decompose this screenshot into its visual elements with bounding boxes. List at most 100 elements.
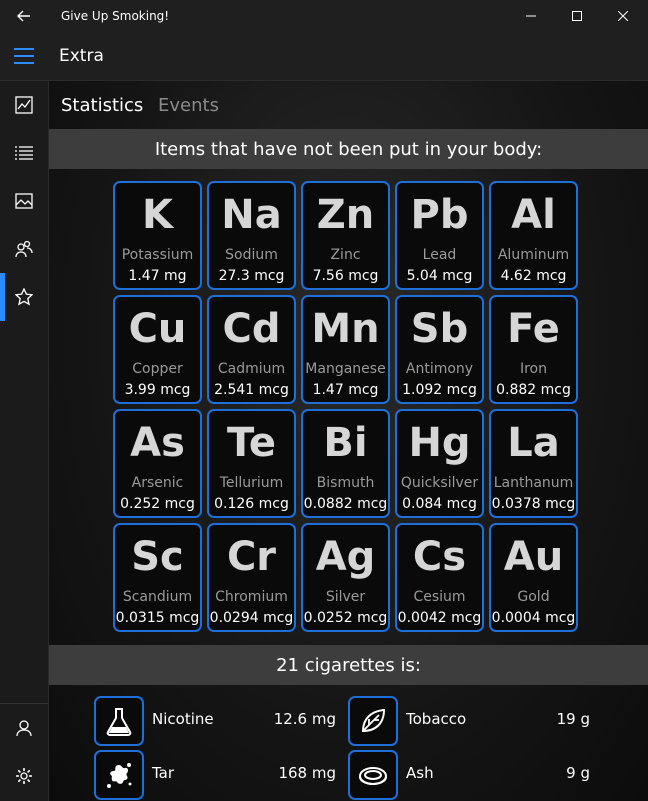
element-tile: Au Gold 0.0004 mcg [489,523,578,632]
element-symbol: Sb [410,306,469,352]
list-item: Tobacco 19 g [348,696,590,746]
item-label: Tobacco [406,710,467,728]
ash-icon [348,750,398,800]
list-icon [15,146,33,160]
element-name: Copper [132,361,183,377]
element-name: Tellurium [219,475,284,491]
element-symbol: Au [503,534,564,580]
element-amount: 27.3 mcg [218,268,285,284]
element-tile: Cu Copper 3.99 mcg [113,295,202,404]
element-symbol: Al [511,192,556,238]
element-amount: 2.541 mcg [214,382,289,398]
elements-section-header: Items that have not been put in your bod… [49,129,648,169]
element-symbol: As [130,420,185,466]
element-name: Lead [422,247,457,263]
maximize-button[interactable] [554,0,600,32]
sidebar-item-account[interactable] [0,704,48,752]
page-title: Extra [59,46,104,66]
gear-icon [16,768,32,784]
element-symbol: Te [226,420,277,466]
element-name: Chromium [215,589,288,605]
element-tile: La Lanthanum 0.0378 mcg [489,409,578,518]
element-amount: 0.252 mcg [120,496,195,512]
hamburger-menu-icon[interactable] [0,32,48,80]
element-tile: Te Tellurium 0.126 mcg [207,409,296,518]
image-icon [15,193,33,209]
item-value: 12.6 mg [273,710,336,728]
element-tile: Bi Bismuth 0.0882 mcg [301,409,390,518]
element-amount: 0.0378 mcg [491,496,576,512]
element-tile: Ag Silver 0.0252 mcg [301,523,390,632]
element-name: Aluminum [497,247,570,263]
sidebar-item-extra[interactable] [0,273,48,321]
element-symbol: Cd [222,306,281,352]
element-amount: 1.092 mcg [402,382,477,398]
element-tile: Cs Cesium 0.0042 mcg [395,523,484,632]
element-name: Lanthanum [493,475,574,491]
item-value: 19 g [556,710,590,728]
element-tile: Zn Zinc 7.56 mcg [301,181,390,290]
element-symbol: Pb [410,192,469,238]
element-amount: 3.99 mcg [124,382,191,398]
element-tile: Cd Cadmium 2.541 mcg [207,295,296,404]
element-name: Iron [519,361,547,377]
minimize-button[interactable] [508,0,554,32]
element-symbol: Hg [408,420,471,466]
element-symbol: Cr [226,534,277,580]
element-name: Sodium [225,247,278,263]
element-name: Bismuth [316,475,375,491]
people-icon [15,240,33,258]
element-amount: 5.04 mcg [406,268,473,284]
element-symbol: La [507,420,560,466]
element-name: Arsenic [131,475,184,491]
element-amount: 0.0882 mcg [303,496,388,512]
splat-icon [94,750,144,800]
sidebar-item-list[interactable] [0,129,48,177]
list-item: Tar 168 mg [94,750,336,800]
element-name: Quicksilver [400,475,479,491]
element-amount: 7.56 mcg [312,268,379,284]
element-symbol: Mn [311,306,380,352]
element-amount: 0.0004 mcg [491,610,576,626]
tab-events[interactable]: Events [158,95,219,116]
close-button[interactable] [600,0,646,32]
sidebar-item-settings[interactable] [0,752,48,800]
element-tile: Al Aluminum 4.62 mcg [489,181,578,290]
element-tile: Pb Lead 5.04 mcg [395,181,484,290]
item-label: Nicotine [152,710,214,728]
sidebar-item-statistics[interactable] [0,81,48,129]
element-tile: Cr Chromium 0.0294 mcg [207,523,296,632]
element-tile: Sc Scandium 0.0315 mcg [113,523,202,632]
element-symbol: Na [221,192,282,238]
element-amount: 0.0315 mcg [115,610,200,626]
sidebar [0,81,49,801]
element-name: Scandium [122,589,193,605]
leaf-icon [348,696,398,746]
tab-statistics[interactable]: Statistics [61,95,143,116]
person-icon [16,720,32,737]
element-name: Cadmium [217,361,286,377]
item-value: 168 mg [278,764,336,782]
element-tile: Fe Iron 0.882 mcg [489,295,578,404]
element-amount: 0.882 mcg [496,382,571,398]
flask-icon [94,696,144,746]
back-arrow-icon[interactable] [10,4,38,28]
list-item: Ash 9 g [348,750,590,800]
app-title: Give Up Smoking! [61,9,170,23]
element-tile: Hg Quicksilver 0.084 mcg [395,409,484,518]
cigarettes-section-header: 21 cigarettes is: [49,645,648,685]
element-name: Zinc [330,247,361,263]
element-name: Silver [325,589,366,605]
element-amount: 0.0042 mcg [397,610,482,626]
element-tile: Na Sodium 27.3 mcg [207,181,296,290]
header-bar: Extra [0,32,648,81]
element-amount: 1.47 mcg [312,382,379,398]
element-amount: 0.0294 mcg [209,610,294,626]
element-tile: K Potassium 1.47 mg [113,181,202,290]
element-symbol: Zn [316,192,375,238]
sidebar-item-gallery[interactable] [0,177,48,225]
sidebar-item-people[interactable] [0,225,48,273]
item-value: 9 g [566,764,590,782]
element-name: Antimony [405,361,474,377]
element-amount: 0.084 mcg [402,496,477,512]
